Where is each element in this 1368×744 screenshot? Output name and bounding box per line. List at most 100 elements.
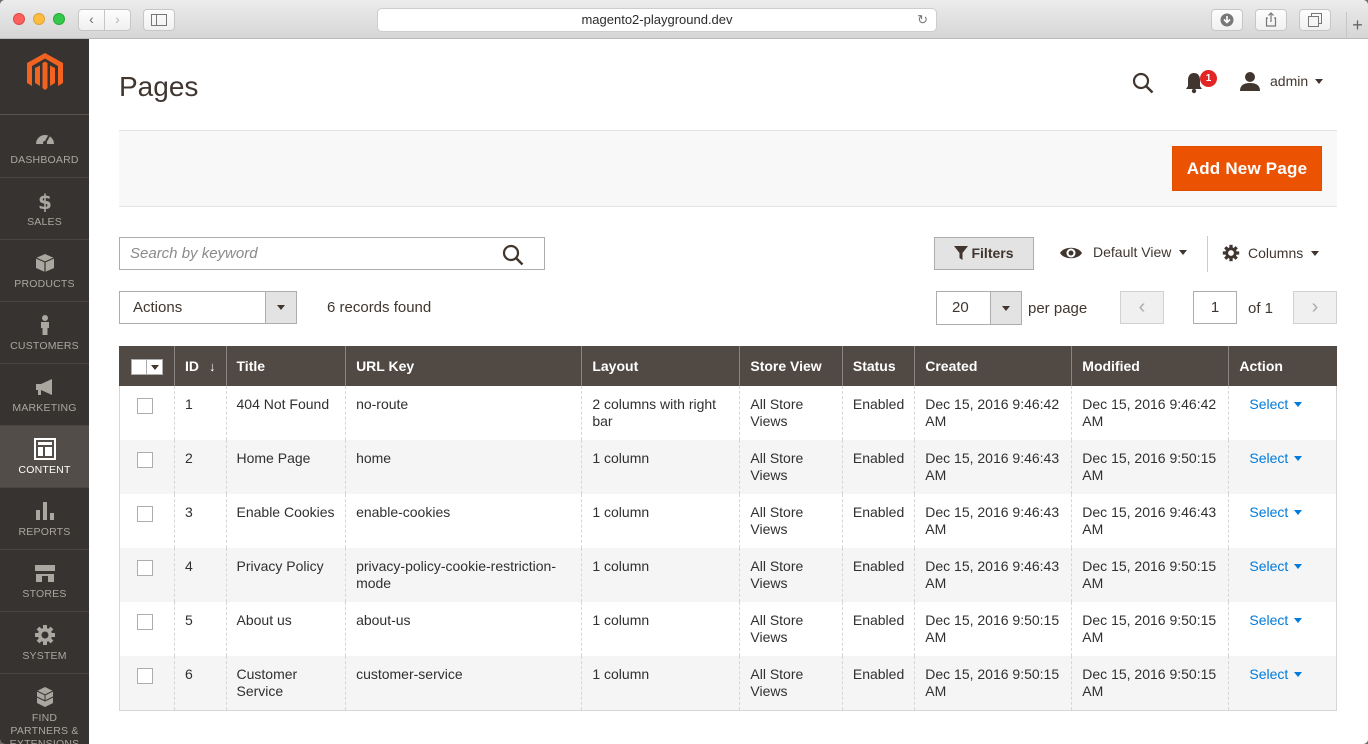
chevron-down-icon: [1294, 672, 1303, 677]
minimize-window-button[interactable]: [33, 13, 45, 25]
address-bar[interactable]: magento2-playground.dev ↻: [377, 8, 937, 32]
mass-select-checkbox[interactable]: [131, 358, 163, 375]
search-icon[interactable]: [502, 244, 524, 266]
column-header-title[interactable]: Title: [225, 346, 346, 386]
mass-actions-select[interactable]: Actions: [119, 291, 297, 324]
sidebar-item-reports[interactable]: REPORTS: [0, 488, 89, 550]
sidebar-item-find-partners[interactable]: FIND PARTNERS & EXTENSIONS: [0, 674, 89, 744]
row-action-select[interactable]: Select: [1249, 612, 1303, 628]
page-number-input[interactable]: 1: [1193, 291, 1237, 324]
magento-logo[interactable]: [0, 39, 89, 115]
new-tab-button[interactable]: +: [1346, 12, 1368, 39]
tabs-button[interactable]: [1299, 9, 1331, 31]
add-new-page-button[interactable]: Add New Page: [1172, 146, 1322, 191]
row-action-select[interactable]: Select: [1249, 558, 1303, 574]
column-header-status[interactable]: Status: [841, 346, 915, 386]
column-header-id[interactable]: ID ↓: [174, 346, 226, 386]
share-button[interactable]: [1255, 9, 1287, 31]
cell-layout: 1 column: [581, 494, 740, 548]
per-page-value: 20: [952, 299, 969, 316]
sidebar-item-customers[interactable]: CUSTOMERS: [0, 302, 89, 364]
columns-label: Columns: [1248, 245, 1304, 261]
sidebar-item-stores[interactable]: STORES: [0, 550, 89, 612]
page-total: of 1: [1248, 300, 1274, 317]
cell-created: Dec 15, 2016 9:46:43 AM: [914, 440, 1072, 494]
row-checkbox[interactable]: [137, 614, 153, 630]
storefront-icon: [34, 565, 55, 582]
sidebar-item-system[interactable]: SYSTEM: [0, 612, 89, 674]
row-checkbox[interactable]: [137, 668, 153, 684]
search-input[interactable]: [120, 238, 490, 269]
cell-title: About us: [225, 602, 346, 656]
next-page-button[interactable]: ›: [1293, 291, 1337, 324]
cell-status: Enabled: [841, 548, 915, 602]
cell-url-key: customer-service: [345, 656, 582, 711]
row-action-select[interactable]: Select: [1249, 504, 1303, 520]
sidebar-item-products[interactable]: PRODUCTS: [0, 240, 89, 302]
filters-button[interactable]: Filters: [934, 237, 1034, 270]
row-action-select[interactable]: Select: [1249, 666, 1303, 682]
column-header-layout[interactable]: Layout: [581, 346, 740, 386]
table-row: 1 404 Not Found no-route 2 columns with …: [119, 386, 1337, 440]
cell-modified: Dec 15, 2016 9:46:43 AM: [1071, 494, 1229, 548]
svg-text:$: $: [37, 190, 51, 212]
sidebar-toggle-button[interactable]: [143, 9, 175, 31]
row-action-select[interactable]: Select: [1249, 450, 1303, 466]
sidebar-item-label: CONTENT: [18, 464, 71, 476]
chevron-left-icon: ‹: [1138, 296, 1146, 318]
cell-id: 1: [174, 386, 226, 440]
cell-id: 4: [174, 548, 226, 602]
cell-url-key: about-us: [345, 602, 582, 656]
forward-button[interactable]: ›: [104, 9, 131, 31]
row-checkbox[interactable]: [137, 398, 153, 414]
row-checkbox[interactable]: [137, 452, 153, 468]
chevron-down-icon[interactable]: [1315, 79, 1323, 84]
previous-page-button[interactable]: ‹: [1120, 291, 1164, 324]
downloads-button[interactable]: [1211, 9, 1243, 31]
user-icon[interactable]: [1239, 71, 1261, 93]
chevron-down-icon: [1294, 402, 1303, 407]
sidebar-item-content[interactable]: CONTENT: [0, 426, 89, 488]
cell-status: Enabled: [841, 386, 915, 440]
admin-user-menu[interactable]: admin: [1270, 73, 1308, 89]
cell-status: Enabled: [841, 602, 915, 656]
chevron-down-icon[interactable]: [265, 292, 296, 323]
column-header-created[interactable]: Created: [914, 346, 1072, 386]
view-selector[interactable]: Default View: [1059, 244, 1188, 261]
columns-selector[interactable]: Columns: [1222, 244, 1320, 262]
cell-created: Dec 15, 2016 9:50:15 AM: [914, 602, 1072, 656]
sidebar-item-dashboard[interactable]: DASHBOARD: [0, 116, 89, 178]
zoom-window-button[interactable]: [53, 13, 65, 25]
dollar-icon: $: [37, 190, 51, 212]
close-window-button[interactable]: [13, 13, 25, 25]
cell-store-view: All Store Views: [739, 602, 843, 656]
reload-icon[interactable]: ↻: [917, 9, 928, 31]
browser-window: ‹ › magento2-playground.dev ↻ + DASHBOAR…: [0, 0, 1368, 744]
chevron-down-icon: [1179, 250, 1188, 255]
row-checkbox[interactable]: [137, 506, 153, 522]
per-page-select[interactable]: 20: [936, 291, 1022, 325]
sidebar-item-marketing[interactable]: MARKETING: [0, 364, 89, 426]
row-action-select[interactable]: Select: [1249, 396, 1303, 412]
filters-label: Filters: [971, 245, 1014, 261]
chevron-left-icon: ‹: [89, 11, 94, 27]
row-checkbox[interactable]: [137, 560, 153, 576]
cell-status: Enabled: [841, 656, 915, 711]
search-icon[interactable]: [1132, 72, 1154, 94]
chevron-down-icon[interactable]: [990, 292, 1021, 324]
keyword-search: [119, 237, 545, 270]
per-page-label: per page: [1028, 300, 1088, 317]
back-button[interactable]: ‹: [78, 9, 105, 31]
cell-layout: 2 columns with right bar: [581, 386, 740, 440]
column-header-store-view[interactable]: Store View: [739, 346, 843, 386]
sidebar-item-label: MARKETING: [12, 402, 77, 414]
chevron-right-icon: ›: [115, 11, 120, 27]
mass-select-header[interactable]: [119, 346, 175, 386]
cell-id: 2: [174, 440, 226, 494]
column-header-modified[interactable]: Modified: [1071, 346, 1229, 386]
chevron-down-icon: [1311, 251, 1320, 256]
chevron-right-icon: ›: [1311, 296, 1319, 318]
cell-modified: Dec 15, 2016 9:46:42 AM: [1071, 386, 1229, 440]
column-header-url-key[interactable]: URL Key: [345, 346, 582, 386]
sidebar-item-sales[interactable]: $ SALES: [0, 178, 89, 240]
